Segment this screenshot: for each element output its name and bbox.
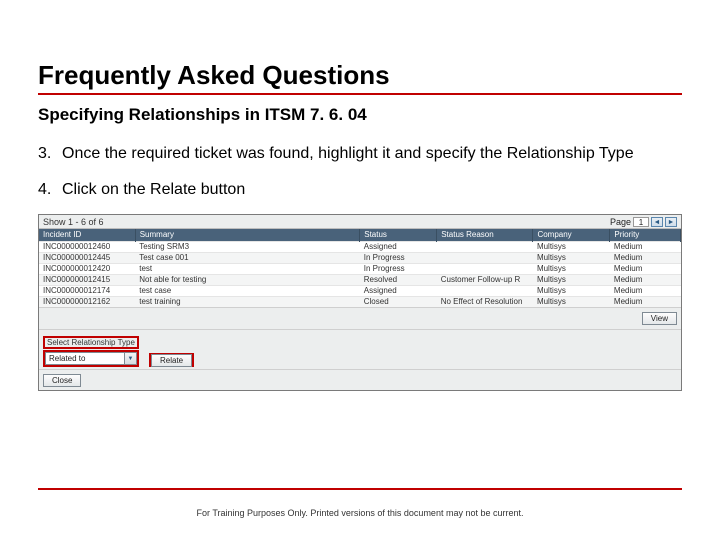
step-number: 3.: [38, 143, 62, 165]
table-cell: Multisys: [533, 241, 610, 252]
step-item: 4. Click on the Relate button: [38, 179, 682, 201]
table-row[interactable]: INC000000012420testIn Progress MultisysMe…: [39, 263, 681, 274]
table-row[interactable]: INC000000012445Test case 001In Progress M…: [39, 252, 681, 263]
footer-note: For Training Purposes Only. Printed vers…: [0, 508, 720, 518]
table-cell: Multisys: [533, 252, 610, 263]
app-screenshot: Show 1 - 6 of 6 Page 1 ◄ ► Incident ID: [38, 214, 682, 391]
table-cell: INC000000012445: [39, 252, 135, 263]
col-company[interactable]: Company: [533, 229, 610, 241]
col-incident-id[interactable]: Incident ID: [39, 229, 135, 241]
view-button[interactable]: View: [642, 312, 677, 325]
results-table: Incident ID Summary Status Status Reason…: [39, 229, 681, 307]
table-cell: In Progress: [360, 263, 437, 274]
table-cell: INC000000012174: [39, 285, 135, 296]
relationship-type-area: Select Relationship Type Related to ▼ Re…: [39, 329, 681, 369]
table-row[interactable]: INC000000012460Testing SRM3Assigned Multi…: [39, 241, 681, 252]
table-cell: Medium: [610, 241, 681, 252]
prev-page-button[interactable]: ◄: [651, 217, 663, 227]
table-cell: Not able for testing: [135, 274, 360, 285]
table-cell: Multisys: [533, 296, 610, 307]
table-actions-bar: View: [39, 307, 681, 329]
table-cell: Medium: [610, 296, 681, 307]
relationship-type-value: Related to: [46, 354, 124, 363]
table-cell: Multisys: [533, 263, 610, 274]
table-cell: test training: [135, 296, 360, 307]
dialog-footer: Close: [39, 369, 681, 390]
table-cell: Medium: [610, 274, 681, 285]
table-cell: INC000000012460: [39, 241, 135, 252]
table-row[interactable]: INC000000012174test caseAssigned Multisys…: [39, 285, 681, 296]
step-text: Click on the Relate button: [62, 179, 682, 201]
results-toolbar: Show 1 - 6 of 6 Page 1 ◄ ►: [39, 215, 681, 229]
table-cell: Testing SRM3: [135, 241, 360, 252]
table-cell: Medium: [610, 263, 681, 274]
table-cell: Resolved: [360, 274, 437, 285]
col-priority[interactable]: Priority: [610, 229, 681, 241]
page-label: Page: [610, 217, 631, 227]
table-cell: Medium: [610, 285, 681, 296]
chevron-down-icon: ▼: [124, 353, 136, 364]
page-title: Frequently Asked Questions: [38, 60, 682, 95]
relationship-type-select[interactable]: Related to ▼: [45, 352, 137, 365]
table-cell: Multisys: [533, 285, 610, 296]
table-cell: [437, 263, 533, 274]
relationship-type-caption: Select Relationship Type: [43, 336, 139, 349]
table-cell: INC000000012162: [39, 296, 135, 307]
table-cell: Customer Follow-up R: [437, 274, 533, 285]
table-cell: Closed: [360, 296, 437, 307]
step-item: 3. Once the required ticket was found, h…: [38, 143, 682, 165]
table-cell: test: [135, 263, 360, 274]
close-button[interactable]: Close: [43, 374, 81, 387]
table-header-row: Incident ID Summary Status Status Reason…: [39, 229, 681, 241]
col-status-reason[interactable]: Status Reason: [437, 229, 533, 241]
table-cell: Medium: [610, 252, 681, 263]
table-cell: Assigned: [360, 285, 437, 296]
page-subtitle: Specifying Relationships in ITSM 7. 6. 0…: [38, 105, 682, 125]
relate-button[interactable]: Relate: [151, 354, 192, 367]
table-cell: No Effect of Resolution: [437, 296, 533, 307]
step-text: Once the required ticket was found, high…: [62, 143, 682, 165]
table-cell: In Progress: [360, 252, 437, 263]
next-page-button[interactable]: ►: [665, 217, 677, 227]
table-cell: INC000000012420: [39, 263, 135, 274]
table-cell: [437, 252, 533, 263]
table-cell: test case: [135, 285, 360, 296]
step-number: 4.: [38, 179, 62, 201]
col-status[interactable]: Status: [360, 229, 437, 241]
table-cell: [437, 241, 533, 252]
footer-divider: [38, 488, 682, 490]
table-cell: Test case 001: [135, 252, 360, 263]
table-row[interactable]: INC000000012415Not able for testingResol…: [39, 274, 681, 285]
col-summary[interactable]: Summary: [135, 229, 360, 241]
table-cell: [437, 285, 533, 296]
table-cell: Assigned: [360, 241, 437, 252]
results-count-label: Show 1 - 6 of 6: [43, 217, 104, 227]
table-cell: Multisys: [533, 274, 610, 285]
steps-list: 3. Once the required ticket was found, h…: [38, 143, 682, 200]
page-number-input[interactable]: 1: [633, 217, 649, 227]
table-row[interactable]: INC000000012162test trainingClosedNo Eff…: [39, 296, 681, 307]
table-cell: INC000000012415: [39, 274, 135, 285]
